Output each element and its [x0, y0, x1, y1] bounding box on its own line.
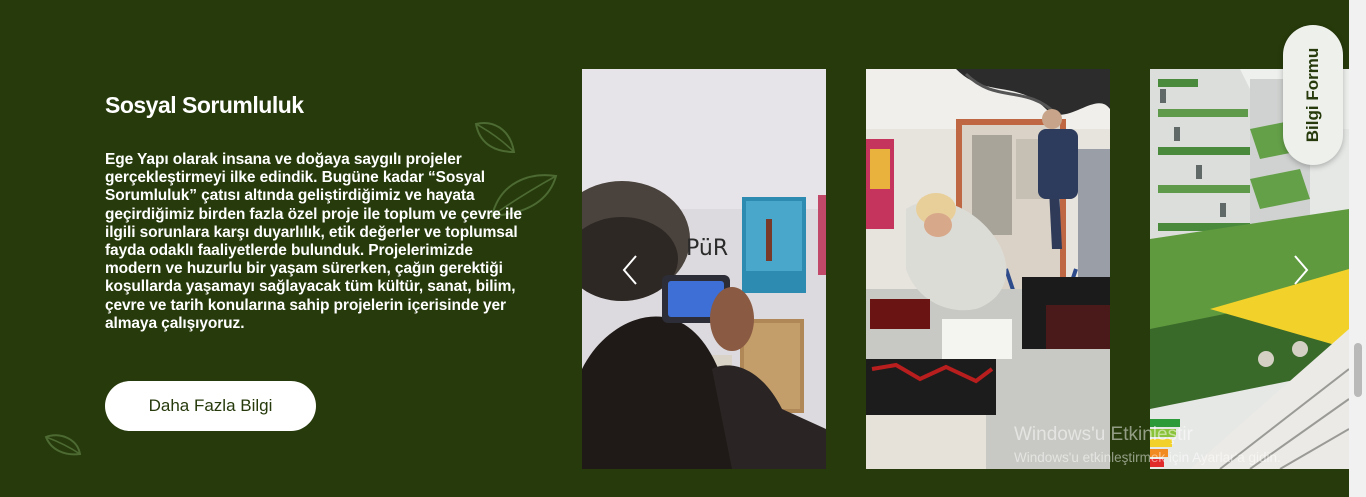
artist-studio-photo — [866, 69, 1110, 469]
chevron-right-icon[interactable] — [1285, 250, 1315, 290]
windows-activation-watermark: Windows'u Etkinleştir Windows'u etkinleş… — [1014, 424, 1281, 465]
watermark-title: Windows'u Etkinleştir — [1014, 424, 1193, 445]
leaf-icon — [44, 434, 82, 456]
info-form-label: Bilgi Formu — [1303, 47, 1322, 143]
section-title: Sosyal Sorumluluk — [105, 92, 304, 118]
gallery-slide-2[interactable] — [866, 69, 1110, 469]
chevron-left-icon[interactable] — [616, 250, 646, 290]
watermark-subtitle: Windows'u etkinleştirmek için Ayarlar'a … — [1014, 450, 1281, 465]
social-responsibility-section: Sosyal Sorumluluk Ege Yapı olarak insana… — [0, 0, 1349, 497]
more-info-button[interactable]: Daha Fazla Bilgi — [105, 381, 316, 431]
section-description: Ege Yapı olarak insana ve doğaya saygılı… — [105, 151, 522, 332]
info-form-tab[interactable]: Bilgi Formu — [1283, 25, 1343, 165]
page-scrollbar[interactable] — [1349, 0, 1366, 497]
gallery-sign-text: PüR — [686, 236, 728, 261]
scrollbar-thumb[interactable] — [1354, 343, 1362, 397]
